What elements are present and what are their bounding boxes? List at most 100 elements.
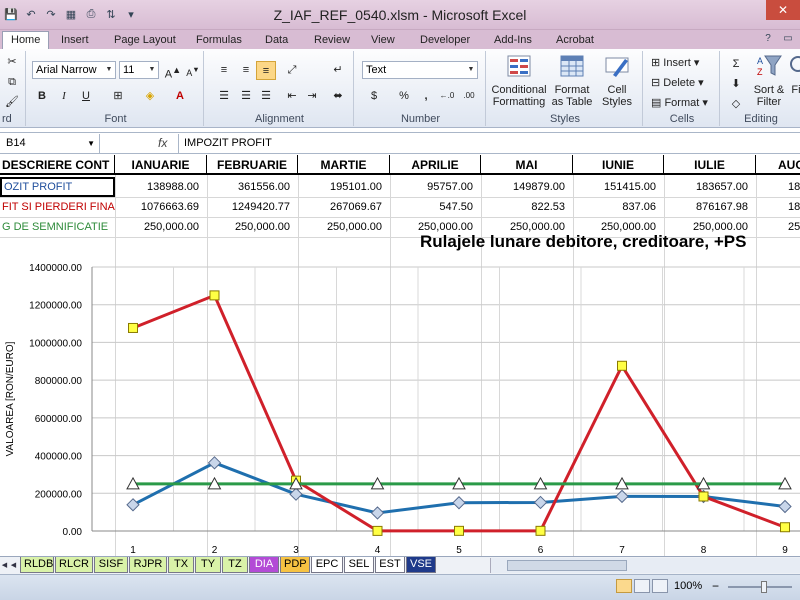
comma-button[interactable]: , [416, 87, 436, 106]
sheet-tab-pdp[interactable]: PDP [280, 557, 310, 573]
row-label[interactable]: FIT SI PIERDERI FINA [0, 197, 115, 217]
align-left-icon[interactable]: ☰ [214, 87, 234, 106]
sheet-tab-rldb[interactable]: RLDB [20, 557, 54, 573]
table-cell[interactable]: 18 [756, 197, 800, 217]
column-header[interactable]: APRILIE [390, 155, 481, 175]
table-cell[interactable]: 361556.00 [207, 177, 298, 197]
align-bottom-icon[interactable]: ≡ [256, 61, 276, 80]
increase-indent-icon[interactable]: ⇥ [302, 87, 322, 106]
format-as-table-button[interactable]: Format as Table [548, 53, 596, 108]
sheet-tab-rlcr[interactable]: RLCR [55, 557, 93, 573]
column-header[interactable]: IUNIE [573, 155, 664, 175]
table-cell[interactable]: 1249420.77 [207, 197, 298, 217]
align-center-icon[interactable]: ☰ [236, 87, 256, 106]
sheet-tab-sel[interactable]: SEL [344, 557, 374, 573]
column-header[interactable]: IANUARIE [115, 155, 207, 175]
table-cell[interactable]: 183657.00 [664, 177, 756, 197]
tab-review[interactable]: Review [306, 32, 358, 49]
normal-view-icon[interactable] [616, 579, 632, 593]
delete-cells-button[interactable]: ⊟ Delete ▾ [651, 75, 704, 91]
font-size-combo[interactable]: 11 ▼ [119, 61, 159, 79]
row-label[interactable]: OZIT PROFIT [0, 177, 115, 197]
table-cell[interactable]: 1076663.69 [115, 197, 207, 217]
tab-view[interactable]: View [363, 32, 403, 49]
table-cell[interactable]: 876167.98 [664, 197, 756, 217]
table-cell[interactable]: 837.06 [573, 197, 664, 217]
cut-icon[interactable]: ✂ [2, 53, 22, 72]
sheet-tab-dia[interactable]: DIA [249, 557, 279, 573]
page-break-view-icon[interactable] [652, 579, 668, 593]
sheet-tab-tz[interactable]: TZ [222, 557, 248, 573]
fill-icon[interactable]: ⬇ [726, 75, 746, 94]
tab-add-ins[interactable]: Add-Ins [486, 32, 540, 49]
prev-sheet-icon[interactable]: ◀ [9, 557, 18, 574]
horizontal-scrollbar[interactable] [490, 558, 800, 573]
sheet-tab-tx[interactable]: TX [168, 557, 194, 573]
help-icon[interactable]: ? [760, 31, 776, 47]
worksheet[interactable]: DESCRIERE CONT IANUARIE FEBRUARIE MARTIE… [0, 155, 800, 556]
fill-color-icon[interactable]: ◈ [140, 87, 160, 106]
decrease-indent-icon[interactable]: ⇤ [282, 87, 302, 106]
currency-button[interactable]: $ [364, 87, 384, 106]
number-format-combo[interactable]: Text ▼ [362, 61, 478, 79]
sheet-tab-est[interactable]: EST [375, 557, 405, 573]
column-header[interactable]: IULIE [664, 155, 756, 175]
align-top-icon[interactable]: ≡ [214, 61, 234, 80]
merge-center-icon[interactable]: ⬌ [328, 87, 348, 106]
tab-page-layout[interactable]: Page Layout [106, 32, 184, 49]
format-painter-icon[interactable]: 🖌 [2, 93, 22, 112]
font-color-icon[interactable]: A [170, 87, 190, 106]
column-header[interactable]: MARTIE [298, 155, 390, 175]
sheet-tab-sisf[interactable]: SISF [94, 557, 128, 573]
zoom-level[interactable]: 100% [674, 580, 702, 592]
column-header[interactable]: MAI [481, 155, 573, 175]
sheet-tab-rjpr[interactable]: RJPR [129, 557, 167, 573]
table-cell[interactable]: 195101.00 [298, 177, 390, 197]
sort-filter-button[interactable]: A Z Sort & Filter [752, 53, 786, 108]
decrease-decimal-button[interactable]: .00 [458, 87, 480, 106]
sheet-tab-epc[interactable]: EPC [311, 557, 343, 573]
column-header[interactable]: FEBRUARIE [207, 155, 298, 175]
column-header[interactable]: AUG [756, 155, 800, 175]
column-header[interactable]: DESCRIERE CONT [0, 155, 115, 175]
tab-formulas[interactable]: Formulas [188, 32, 250, 49]
bold-button[interactable]: B [32, 87, 52, 106]
format-cells-button[interactable]: ▤ Format ▾ [651, 95, 708, 111]
zoom-slider-thumb[interactable] [761, 581, 767, 593]
sheet-tab-ty[interactable]: TY [195, 557, 221, 573]
table-cell[interactable]: 547.50 [390, 197, 481, 217]
minimize-ribbon-icon[interactable]: ▭ [780, 31, 796, 47]
table-cell[interactable]: 151415.00 [573, 177, 664, 197]
table-cell[interactable]: 18 [756, 177, 800, 197]
zoom-out-button[interactable]: − [712, 579, 719, 593]
tab-acrobat[interactable]: Acrobat [548, 32, 602, 49]
tab-developer[interactable]: Developer [412, 32, 478, 49]
shrink-font-icon[interactable]: A▼ [183, 61, 203, 80]
align-right-icon[interactable]: ☰ [256, 87, 276, 106]
tab-home[interactable]: Home [2, 31, 50, 50]
italic-button[interactable]: I [54, 87, 74, 106]
grow-font-icon[interactable]: A▲ [163, 61, 183, 81]
find-select-button[interactable]: Fi [786, 53, 800, 96]
tab-data[interactable]: Data [257, 32, 296, 49]
cell-styles-button[interactable]: Cell Styles [596, 53, 638, 108]
autosum-icon[interactable]: Σ [726, 55, 746, 74]
table-cell[interactable]: 822.53 [481, 197, 573, 217]
table-cell[interactable]: 149879.00 [481, 177, 573, 197]
sheet-tab-vse[interactable]: VSE [406, 557, 436, 573]
increase-decimal-button[interactable]: ←.0 [436, 87, 458, 106]
line-chart[interactable]: 0.00 200000.00 400000.00 600000.00 800000.00… [0, 233, 800, 556]
formula-input[interactable]: IMPOZIT PROFIT [178, 134, 800, 153]
percent-button[interactable]: % [394, 87, 414, 106]
align-middle-icon[interactable]: ≡ [236, 61, 256, 80]
table-cell[interactable]: 267069.67 [298, 197, 390, 217]
table-cell[interactable]: 138988.00 [115, 177, 207, 197]
scroll-thumb[interactable] [507, 560, 627, 571]
conditional-formatting-button[interactable]: Conditional Formatting [490, 53, 548, 108]
zoom-slider[interactable] [728, 586, 792, 588]
orientation-icon[interactable]: ⤢ [282, 61, 302, 80]
close-window-button[interactable]: ✕ [766, 0, 800, 20]
table-cell[interactable]: 95757.00 [390, 177, 481, 197]
first-sheet-icon[interactable]: ◀ [0, 557, 9, 574]
insert-function-button[interactable]: fx [158, 134, 167, 153]
